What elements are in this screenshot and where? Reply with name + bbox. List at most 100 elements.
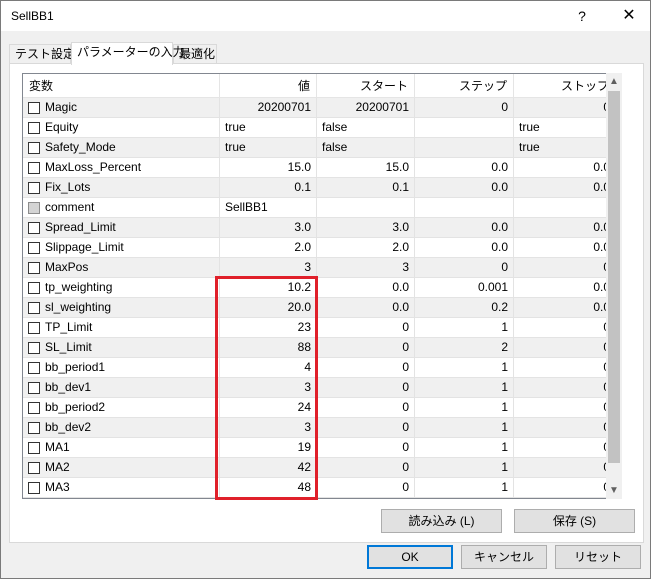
cell-stop[interactable]: 0 <box>514 418 616 437</box>
cell-start[interactable]: false <box>317 138 415 157</box>
cancel-button[interactable]: キャンセル <box>461 545 547 569</box>
cell-step[interactable]: 0.2 <box>415 298 514 317</box>
cell-step[interactable]: 1 <box>415 398 514 417</box>
table-row[interactable]: MA348010 <box>23 478 621 498</box>
cell-step[interactable]: 1 <box>415 438 514 457</box>
cell-stop[interactable]: 0 <box>514 318 616 337</box>
help-button[interactable]: ? <box>567 1 597 31</box>
cell-step[interactable]: 1 <box>415 418 514 437</box>
cell-start[interactable] <box>317 198 415 217</box>
cell-step[interactable]: 1 <box>415 358 514 377</box>
cell-step[interactable]: 2 <box>415 338 514 357</box>
cell-value[interactable]: 20200701 <box>220 98 317 117</box>
optimize-checkbox[interactable] <box>28 182 40 194</box>
reset-button[interactable]: リセット <box>555 545 641 569</box>
optimize-checkbox[interactable] <box>28 122 40 134</box>
cell-start[interactable]: 0 <box>317 378 415 397</box>
cell-step[interactable]: 1 <box>415 318 514 337</box>
table-row[interactable]: MA119010 <box>23 438 621 458</box>
table-row[interactable]: tp_weighting 10.2 0.0 0.001 0.0 <box>23 278 621 298</box>
ok-button[interactable]: OK <box>367 545 453 569</box>
scroll-down-icon[interactable]: ▼ <box>606 482 622 499</box>
cell-step[interactable]: 0.0 <box>415 238 514 257</box>
cell-value[interactable]: 2.0 <box>220 238 317 257</box>
cell-value[interactable]: 15.0 <box>220 158 317 177</box>
table-row[interactable]: bb_period224010 <box>23 398 621 418</box>
cell-start[interactable]: 0.0 <box>317 278 415 297</box>
cell-stop[interactable]: 0 <box>514 458 616 477</box>
cell-step[interactable]: 0.0 <box>415 158 514 177</box>
cell-start[interactable]: 0 <box>317 458 415 477</box>
save-button[interactable]: 保存 (S) <box>514 509 635 533</box>
table-row[interactable]: MaxPos 3 3 00 <box>23 258 621 278</box>
header-variable[interactable]: 変数 <box>23 74 220 98</box>
table-row[interactable]: MA242010 <box>23 458 621 478</box>
optimize-checkbox[interactable] <box>28 462 40 474</box>
cell-start[interactable]: 0 <box>317 438 415 457</box>
optimize-checkbox[interactable] <box>28 362 40 374</box>
cell-value[interactable]: 3.0 <box>220 218 317 237</box>
optimize-checkbox[interactable] <box>28 282 40 294</box>
cell-value[interactable]: 3 <box>220 258 317 277</box>
cell-start[interactable]: 0 <box>317 478 415 497</box>
table-row[interactable]: Equity true false true <box>23 118 621 138</box>
cell-start[interactable]: 3.0 <box>317 218 415 237</box>
cell-stop[interactable]: 0.0 <box>514 158 616 177</box>
cell-start[interactable]: 2.0 <box>317 238 415 257</box>
optimize-checkbox[interactable] <box>28 402 40 414</box>
table-row[interactable]: SL_Limit88020 <box>23 338 621 358</box>
cell-step[interactable] <box>415 198 514 217</box>
cell-stop[interactable]: true <box>514 118 616 137</box>
cell-stop[interactable]: true <box>514 138 616 157</box>
cell-stop[interactable]: 0 <box>514 398 616 417</box>
cell-start[interactable]: 0 <box>317 398 415 417</box>
cell-stop[interactable]: 0 <box>514 98 616 117</box>
table-row[interactable]: Fix_Lots 0.1 0.1 0.0 0.0 <box>23 178 621 198</box>
cell-step[interactable] <box>415 138 514 157</box>
optimize-checkbox[interactable] <box>28 382 40 394</box>
cell-value[interactable]: true <box>220 118 317 137</box>
cell-step[interactable]: 1 <box>415 458 514 477</box>
table-row[interactable]: MaxLoss_Percent 15.0 15.0 0.0 0.0 <box>23 158 621 178</box>
cell-stop[interactable] <box>514 198 616 217</box>
cell-stop[interactable]: 0.0 <box>514 278 616 297</box>
optimize-checkbox[interactable] <box>28 102 40 114</box>
table-row[interactable]: Safety_Mode true false true <box>23 138 621 158</box>
cell-stop[interactable]: 0.0 <box>514 238 616 257</box>
cell-stop[interactable]: 0.0 <box>514 298 616 317</box>
optimize-checkbox[interactable] <box>28 422 40 434</box>
cell-step[interactable]: 1 <box>415 478 514 497</box>
optimize-checkbox[interactable] <box>28 302 40 314</box>
optimize-checkbox[interactable] <box>28 482 40 494</box>
tab-test-settings[interactable]: テスト設定 <box>9 44 75 64</box>
cell-step[interactable]: 0 <box>415 98 514 117</box>
cell-start[interactable]: false <box>317 118 415 137</box>
header-step[interactable]: ステップ <box>415 74 514 98</box>
optimize-checkbox[interactable] <box>28 142 40 154</box>
vertical-scrollbar[interactable]: ▲ ▼ <box>606 73 622 499</box>
header-value[interactable]: 値 <box>220 74 317 98</box>
table-row[interactable]: bb_dev13010 <box>23 378 621 398</box>
cell-stop[interactable]: 0.0 <box>514 218 616 237</box>
optimize-checkbox[interactable] <box>28 222 40 234</box>
optimize-checkbox[interactable] <box>28 262 40 274</box>
header-stop[interactable]: ストップ <box>514 74 616 98</box>
cell-step[interactable]: 0.0 <box>415 218 514 237</box>
scroll-up-icon[interactable]: ▲ <box>606 73 622 90</box>
cell-step[interactable]: 1 <box>415 378 514 397</box>
optimize-checkbox[interactable] <box>28 242 40 254</box>
cell-stop[interactable]: 0 <box>514 478 616 497</box>
cell-start[interactable]: 0.0 <box>317 298 415 317</box>
table-row[interactable]: sl_weighting 20.0 0.0 0.2 0.0 <box>23 298 621 318</box>
cell-step[interactable]: 0.0 <box>415 178 514 197</box>
cell-start[interactable]: 3 <box>317 258 415 277</box>
cell-stop[interactable]: 0 <box>514 358 616 377</box>
cell-stop[interactable]: 0 <box>514 438 616 457</box>
optimize-checkbox[interactable] <box>28 202 40 214</box>
cell-stop[interactable]: 0.0 <box>514 178 616 197</box>
table-row[interactable]: Magic 20200701 20200701 00 <box>23 98 621 118</box>
table-row[interactable]: Spread_Limit 3.0 3.0 0.0 0.0 <box>23 218 621 238</box>
cell-start[interactable]: 20200701 <box>317 98 415 117</box>
optimize-checkbox[interactable] <box>28 322 40 334</box>
cell-start[interactable]: 15.0 <box>317 158 415 177</box>
